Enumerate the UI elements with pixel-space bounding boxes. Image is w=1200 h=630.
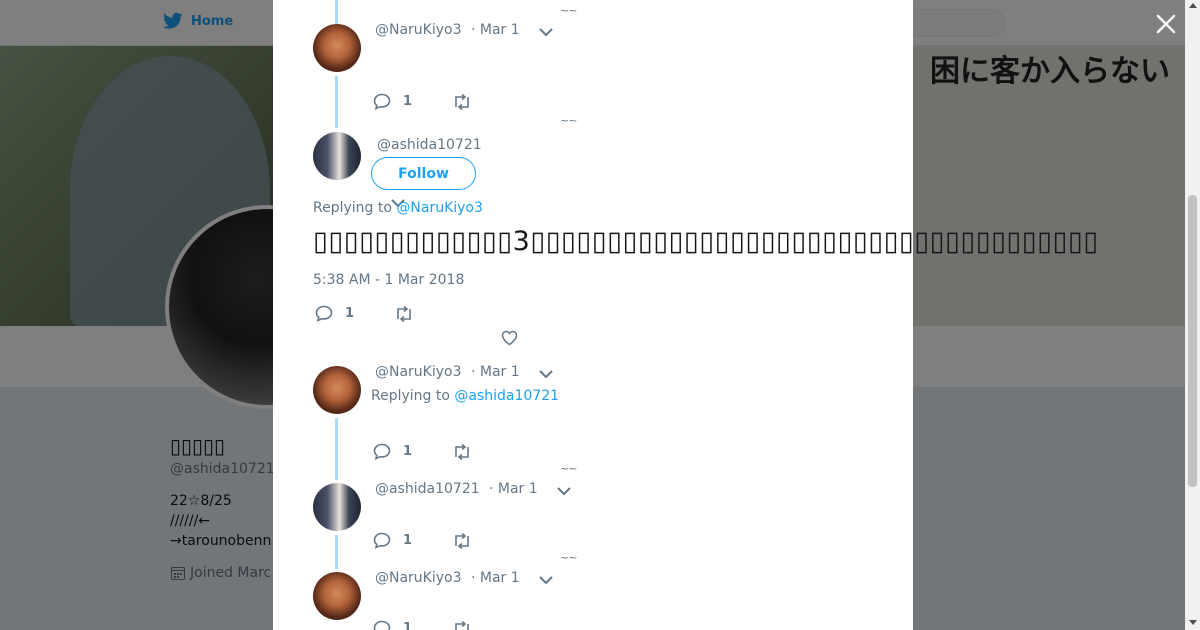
avatar[interactable] [313,24,361,72]
tweet-handle[interactable]: @ashida10721 [375,481,480,497]
reply-action[interactable]: 1 [315,305,354,322]
close-icon [1156,14,1176,34]
tweet-timestamp[interactable]: 5:38 AM - 1 Mar 2018 [313,272,464,288]
retweet-icon[interactable] [452,444,472,460]
reply-icon [373,532,391,549]
reply-action[interactable]: 1 [373,443,412,460]
replying-to: Replying to @ashida10721 [371,388,559,404]
replying-prefix: Replying to [313,200,397,216]
replying-prefix: Replying to [371,388,455,404]
chevron-down-icon[interactable] [557,486,571,496]
reply-icon [373,620,391,630]
avatar[interactable] [313,572,361,620]
tweet-date[interactable]: · Mar 1 [471,22,520,38]
reply-count: 1 [403,621,413,630]
reply-icon [373,443,391,460]
avatar[interactable] [313,483,361,531]
thread-line [335,418,338,480]
retweet-icon[interactable] [452,94,472,110]
scroll-up-arrow[interactable] [1189,3,1197,8]
tweet-date[interactable]: · Mar 1 [471,364,520,380]
reply-count: 1 [403,444,413,459]
tweet-handle[interactable]: @NaruKiyo3 [375,570,462,586]
thread-line [335,0,338,24]
conversation-modal: ~~ @NaruKiyo3 · Mar 1 1 ~~ @ashida10721 … [273,0,1098,630]
retweet-icon[interactable] [452,621,472,630]
follow-button[interactable]: Follow [371,157,476,190]
reply-count: 1 [403,533,413,548]
reply-action[interactable]: 1 [373,620,412,630]
reply-count: 1 [403,94,413,109]
tweet-date[interactable]: · Mar 1 [489,481,538,497]
scrollbar-thumb[interactable] [1188,195,1197,487]
chevron-down-icon[interactable] [539,575,553,585]
reply-icon [373,93,391,110]
retweet-icon[interactable] [452,533,472,549]
tweet-text: ▯▯▯▯▯▯▯▯▯▯▯▯▯3▯▯▯▯▯▯▯▯▯▯▯▯▯▯▯▯▯▯▯▯▯▯▯▯▯▯… [313,226,1099,257]
reply-icon [315,305,333,322]
tweet-date[interactable]: · Mar 1 [471,570,520,586]
tweet-handle[interactable]: @NaruKiyo3 [375,364,462,380]
reply-action[interactable]: 1 [373,532,412,549]
more-replies-indicator: ~~ [560,551,577,564]
tweet-handle[interactable]: @ashida10721 [377,137,482,153]
tweet-handle[interactable]: @NaruKiyo3 [375,22,462,38]
more-replies-indicator: ~~ [560,114,577,127]
avatar[interactable] [313,366,361,414]
replying-to-link[interactable]: @NaruKiyo3 [396,200,483,216]
avatar[interactable] [313,132,361,180]
more-replies-indicator: ~~ [560,4,577,17]
reply-action[interactable]: 1 [373,93,412,110]
reply-count: 1 [345,306,355,321]
replying-to: Replying to @NaruKiyo3 [313,200,483,216]
thread-line [335,76,338,128]
thread-line [335,535,338,569]
replying-to-link[interactable]: @ashida10721 [454,388,559,404]
scroll-down-arrow[interactable] [1189,620,1197,625]
close-button[interactable] [1154,12,1178,36]
chevron-down-icon[interactable] [539,27,553,37]
heart-icon[interactable] [501,330,518,346]
chevron-down-icon[interactable] [539,369,553,379]
retweet-icon[interactable] [394,306,414,322]
more-replies-indicator: ~~ [560,462,577,475]
